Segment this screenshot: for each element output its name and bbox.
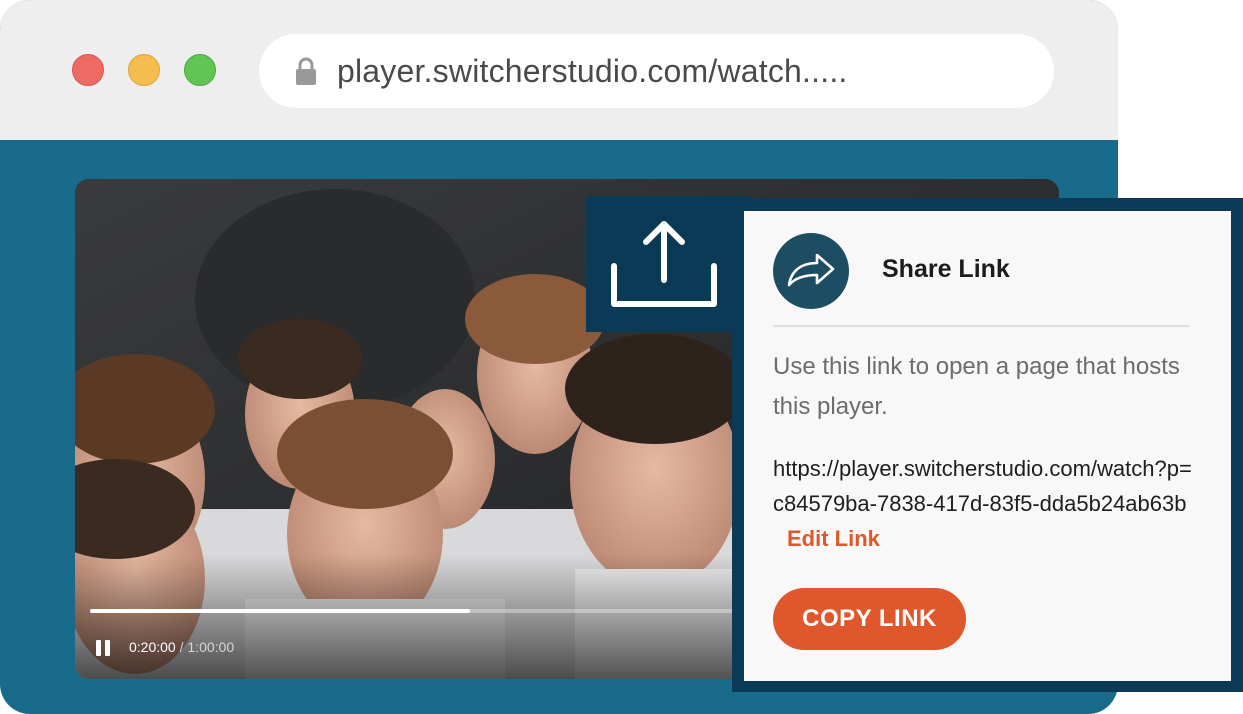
share-url: https://player.switcherstudio.com/watch?…: [773, 456, 1192, 516]
pause-icon[interactable]: [96, 640, 110, 656]
duration: 1:00:00: [187, 639, 235, 655]
share-arrow-icon: [773, 233, 849, 309]
copy-link-button[interactable]: COPY LINK: [773, 588, 966, 650]
url-text: player.switcherstudio.com/watch.....: [337, 53, 848, 89]
minimize-window-button[interactable]: [128, 54, 160, 86]
address-bar[interactable]: player.switcherstudio.com/watch.....: [259, 34, 1054, 108]
share-link-block: https://player.switcherstudio.com/watch?…: [773, 451, 1193, 556]
current-time: 0:20:00: [129, 639, 176, 655]
lock-icon: [296, 57, 316, 85]
share-button[interactable]: [586, 196, 750, 332]
close-window-button[interactable]: [72, 54, 104, 86]
share-panel: Share Link Use this link to open a page …: [744, 211, 1231, 681]
maximize-window-button[interactable]: [184, 54, 216, 86]
browser-chrome: player.switcherstudio.com/watch.....: [0, 0, 1118, 140]
share-panel-title: Share Link: [882, 255, 1010, 283]
time-separator: /: [175, 639, 188, 655]
upload-share-icon: [611, 221, 717, 307]
edit-link[interactable]: Edit Link: [787, 526, 880, 551]
timecode: 0:20:00 / 1:00:00: [129, 639, 234, 655]
divider: [773, 325, 1189, 327]
share-description: Use this link to open a page that hosts …: [773, 353, 1180, 420]
progress-fill: [90, 609, 470, 613]
